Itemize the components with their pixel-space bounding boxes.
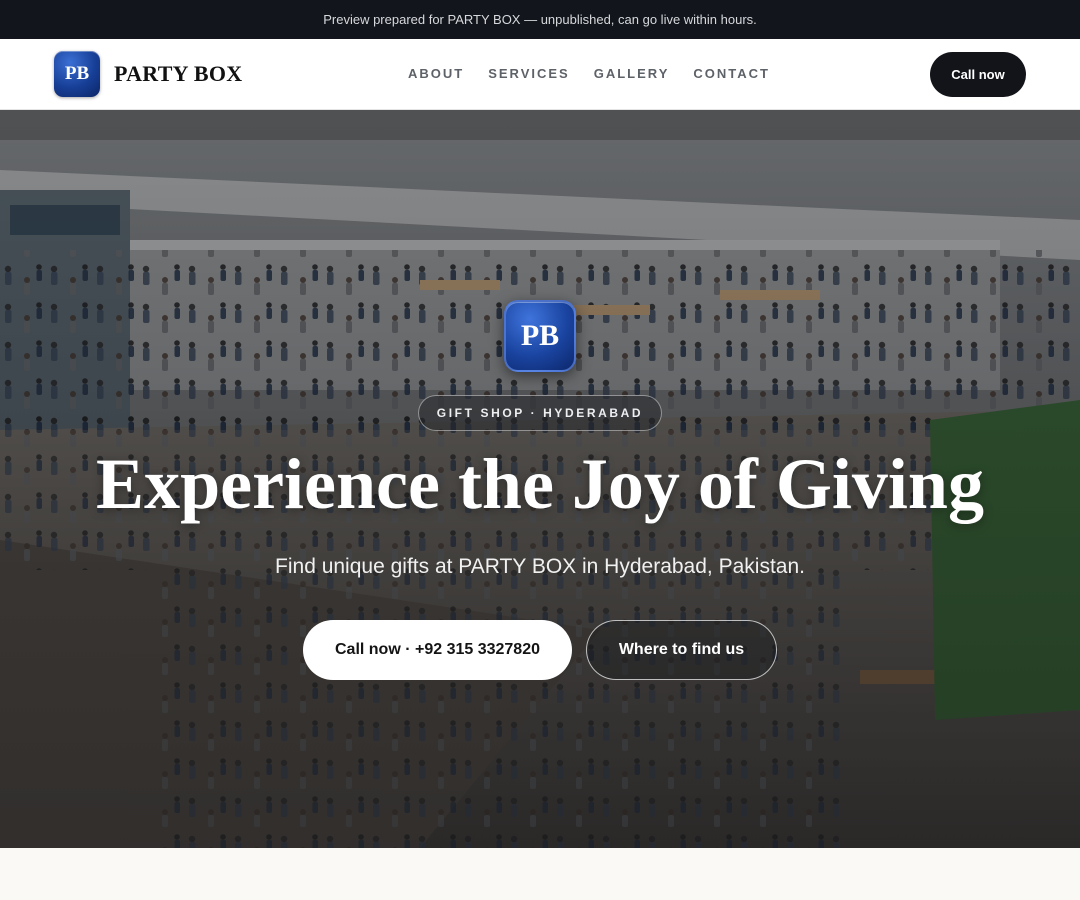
hero-subtitle: Find unique gifts at PARTY BOX in Hydera…: [275, 555, 805, 578]
hero-title: Experience the Joy of Giving: [96, 444, 984, 524]
preview-banner: Preview prepared for PARTY BOX — unpubli…: [0, 0, 1080, 39]
nav-link-gallery[interactable]: GALLERY: [594, 66, 670, 81]
main-nav: ABOUT SERVICES GALLERY CONTACT: [396, 66, 782, 81]
preview-banner-text: Preview prepared for PARTY BOX — unpubli…: [323, 12, 757, 27]
hero-section: PB GIFT SHOP · HYDERABAD Experience the …: [0, 110, 1080, 848]
hero-call-button[interactable]: Call now · +92 315 3327820: [303, 620, 572, 680]
hero-location-button[interactable]: Where to find us: [586, 620, 777, 680]
brand-home-link[interactable]: PB PARTY BOX: [54, 51, 242, 97]
nav-link-contact[interactable]: CONTACT: [693, 66, 770, 81]
nav-link-services[interactable]: SERVICES: [488, 66, 570, 81]
hero-logo-icon: PB: [504, 300, 576, 372]
next-section: [0, 848, 1080, 900]
brand-name: PARTY BOX: [114, 61, 243, 86]
site-header: PB PARTY BOX ABOUT SERVICES GALLERY CONT…: [0, 39, 1080, 110]
nav-link-about[interactable]: ABOUT: [408, 66, 464, 81]
header-call-button[interactable]: Call now: [930, 52, 1026, 97]
logo-icon: PB: [54, 51, 100, 97]
hero-category-pill: GIFT SHOP · HYDERABAD: [418, 395, 662, 431]
